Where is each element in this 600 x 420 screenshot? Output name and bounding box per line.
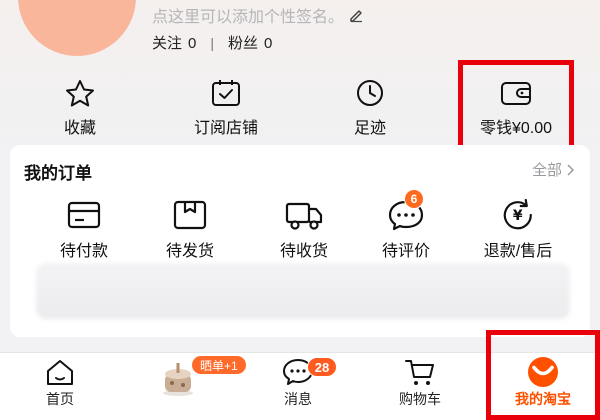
pending-payment-button[interactable]: 待付款 bbox=[60, 197, 108, 261]
refund-aftersale-button[interactable]: ¥ 退款/售后 bbox=[484, 197, 552, 261]
message-count-badge: 28 bbox=[307, 357, 337, 377]
card-icon bbox=[67, 201, 101, 229]
wallet-highlight-box bbox=[458, 60, 574, 150]
blurred-order-preview bbox=[36, 263, 570, 319]
pencil-icon bbox=[350, 10, 363, 23]
cart-icon bbox=[405, 360, 434, 385]
tab-cart[interactable]: 购物车 bbox=[399, 357, 441, 409]
svg-text:¥: ¥ bbox=[513, 208, 523, 224]
box-icon bbox=[173, 200, 207, 230]
all-orders-link[interactable]: 全部 bbox=[532, 159, 574, 180]
subscribed-shops-label: 订阅店铺 bbox=[193, 120, 259, 137]
orders-title: 我的订单 bbox=[24, 164, 92, 183]
pending-shipment-label: 待发货 bbox=[165, 243, 215, 260]
tab-home-label: 首页 bbox=[46, 391, 74, 407]
history-label: 足迹 bbox=[353, 120, 386, 137]
follow-stats: 关注 0 | 粉丝 0 bbox=[152, 32, 272, 53]
followers-stat[interactable]: 粉丝 0 bbox=[228, 32, 272, 53]
post-badge: 晒单+1 bbox=[191, 355, 247, 375]
all-orders-label: 全部 bbox=[531, 162, 562, 179]
signature-field[interactable]: 点这里可以添加个性签名。 bbox=[152, 3, 364, 27]
following-stat[interactable]: 关注 0 bbox=[152, 32, 196, 53]
tab-home[interactable]: 首页 bbox=[43, 357, 77, 409]
review-count-badge: 6 bbox=[403, 189, 424, 209]
tab-messages-label: 消息 bbox=[284, 391, 312, 407]
pending-receipt-label: 待收货 bbox=[279, 243, 329, 260]
cake-post-icon bbox=[163, 363, 193, 396]
star-icon bbox=[66, 80, 94, 107]
pending-review-label: 待评价 bbox=[381, 243, 431, 260]
pending-receipt-button[interactable]: 待收货 bbox=[280, 197, 328, 261]
pending-review-button[interactable]: 6 待评价 bbox=[381, 189, 431, 261]
signature-placeholder: 点这里可以添加个性签名。 bbox=[152, 9, 345, 26]
chevron-right-icon bbox=[567, 163, 574, 176]
subscribe-check-icon bbox=[211, 80, 240, 106]
tab-messages[interactable]: 28 消息 bbox=[281, 357, 337, 409]
refund-aftersale-label: 退款/售后 bbox=[483, 243, 553, 260]
subscribed-shops-button[interactable]: 订阅店铺 bbox=[194, 78, 258, 138]
avatar[interactable] bbox=[18, 0, 136, 56]
history-button[interactable]: 足迹 bbox=[353, 78, 387, 138]
favorites-label: 收藏 bbox=[63, 120, 96, 137]
my-orders-card: 我的订单 全部 待付款 待发货 待收货 6 待评价 ¥ 退款/售后 bbox=[10, 145, 590, 337]
favorites-button[interactable]: 收藏 bbox=[63, 78, 97, 138]
clock-icon bbox=[357, 80, 383, 106]
refund-icon: ¥ bbox=[503, 198, 533, 230]
pending-shipment-button[interactable]: 待发货 bbox=[166, 197, 214, 261]
tab-post[interactable]: 晒单+1 bbox=[161, 355, 247, 397]
pending-payment-label: 待付款 bbox=[59, 243, 109, 260]
my-taobao-highlight-box bbox=[486, 330, 600, 420]
stat-separator: | bbox=[210, 34, 214, 51]
tab-cart-label: 购物车 bbox=[399, 391, 441, 407]
truck-icon bbox=[285, 202, 323, 230]
home-icon bbox=[47, 360, 73, 385]
